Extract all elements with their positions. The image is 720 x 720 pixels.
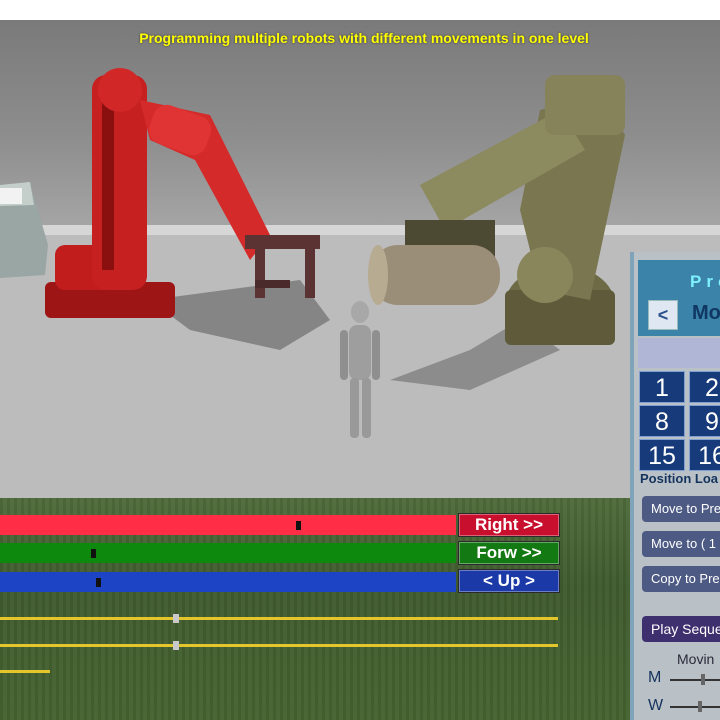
speed-slider-2[interactable] (0, 641, 558, 650)
move-to-position-button[interactable]: Move to ( 1 (642, 531, 720, 557)
slider-w-label: W (648, 697, 664, 714)
up-axis-slider-thumb[interactable] (96, 578, 101, 587)
position-button-9[interactable]: 9 (689, 405, 720, 437)
position-button-8[interactable]: 8 (639, 405, 685, 437)
position-button-2[interactable]: 2 (689, 371, 720, 403)
right-axis-button[interactable]: Right >> (458, 513, 560, 537)
position-button-16[interactable]: 16 (689, 439, 720, 471)
up-axis-button[interactable]: < Up > (458, 569, 560, 593)
speed-slider-1-thumb[interactable] (173, 614, 179, 623)
slider-m-knob[interactable] (701, 674, 705, 685)
panel-band (638, 338, 720, 368)
speed-slider-3-fill (0, 670, 50, 673)
right-axis-slider-thumb[interactable] (296, 521, 301, 530)
programming-panel: Pro < Mov (630, 252, 720, 720)
position-button-1[interactable]: 1 (639, 371, 685, 403)
speed-slider-3[interactable] (0, 670, 558, 673)
3d-scene-viewport[interactable] (0, 20, 720, 498)
back-button[interactable]: < (648, 300, 678, 330)
forward-axis-button[interactable]: Forw >> (458, 541, 560, 565)
slider-w-knob[interactable] (698, 701, 702, 712)
up-axis-slider[interactable] (0, 572, 456, 592)
panel-header: Pro < Mov (638, 260, 720, 336)
slider-m-track[interactable] (670, 674, 720, 685)
forward-axis-slider[interactable] (0, 543, 456, 563)
control-cabinet (0, 182, 48, 278)
level-title: Programming multiple robots with differe… (139, 30, 589, 46)
moving-label: Movin (677, 651, 715, 667)
scene-illustration (0, 68, 720, 498)
copy-to-previous-button[interactable]: Copy to Pre (642, 566, 720, 592)
position-button-15[interactable]: 15 (639, 439, 685, 471)
panel-mode-label: Mov (692, 302, 720, 324)
speed-slider-2-thumb[interactable] (173, 641, 179, 650)
panel-heading: Pro (690, 272, 720, 291)
top-window-strip (0, 0, 720, 20)
play-sequence-button[interactable]: Play Seque (642, 616, 720, 642)
forward-axis-slider-thumb[interactable] (91, 549, 96, 558)
position-load-label: Position Loa (640, 471, 718, 486)
right-axis-slider[interactable] (0, 515, 456, 535)
speed-slider-1[interactable] (0, 614, 558, 623)
slider-m-label: M (648, 669, 662, 686)
move-to-previous-button[interactable]: Move to Pre (642, 496, 720, 522)
slider-w-track[interactable] (670, 701, 720, 712)
